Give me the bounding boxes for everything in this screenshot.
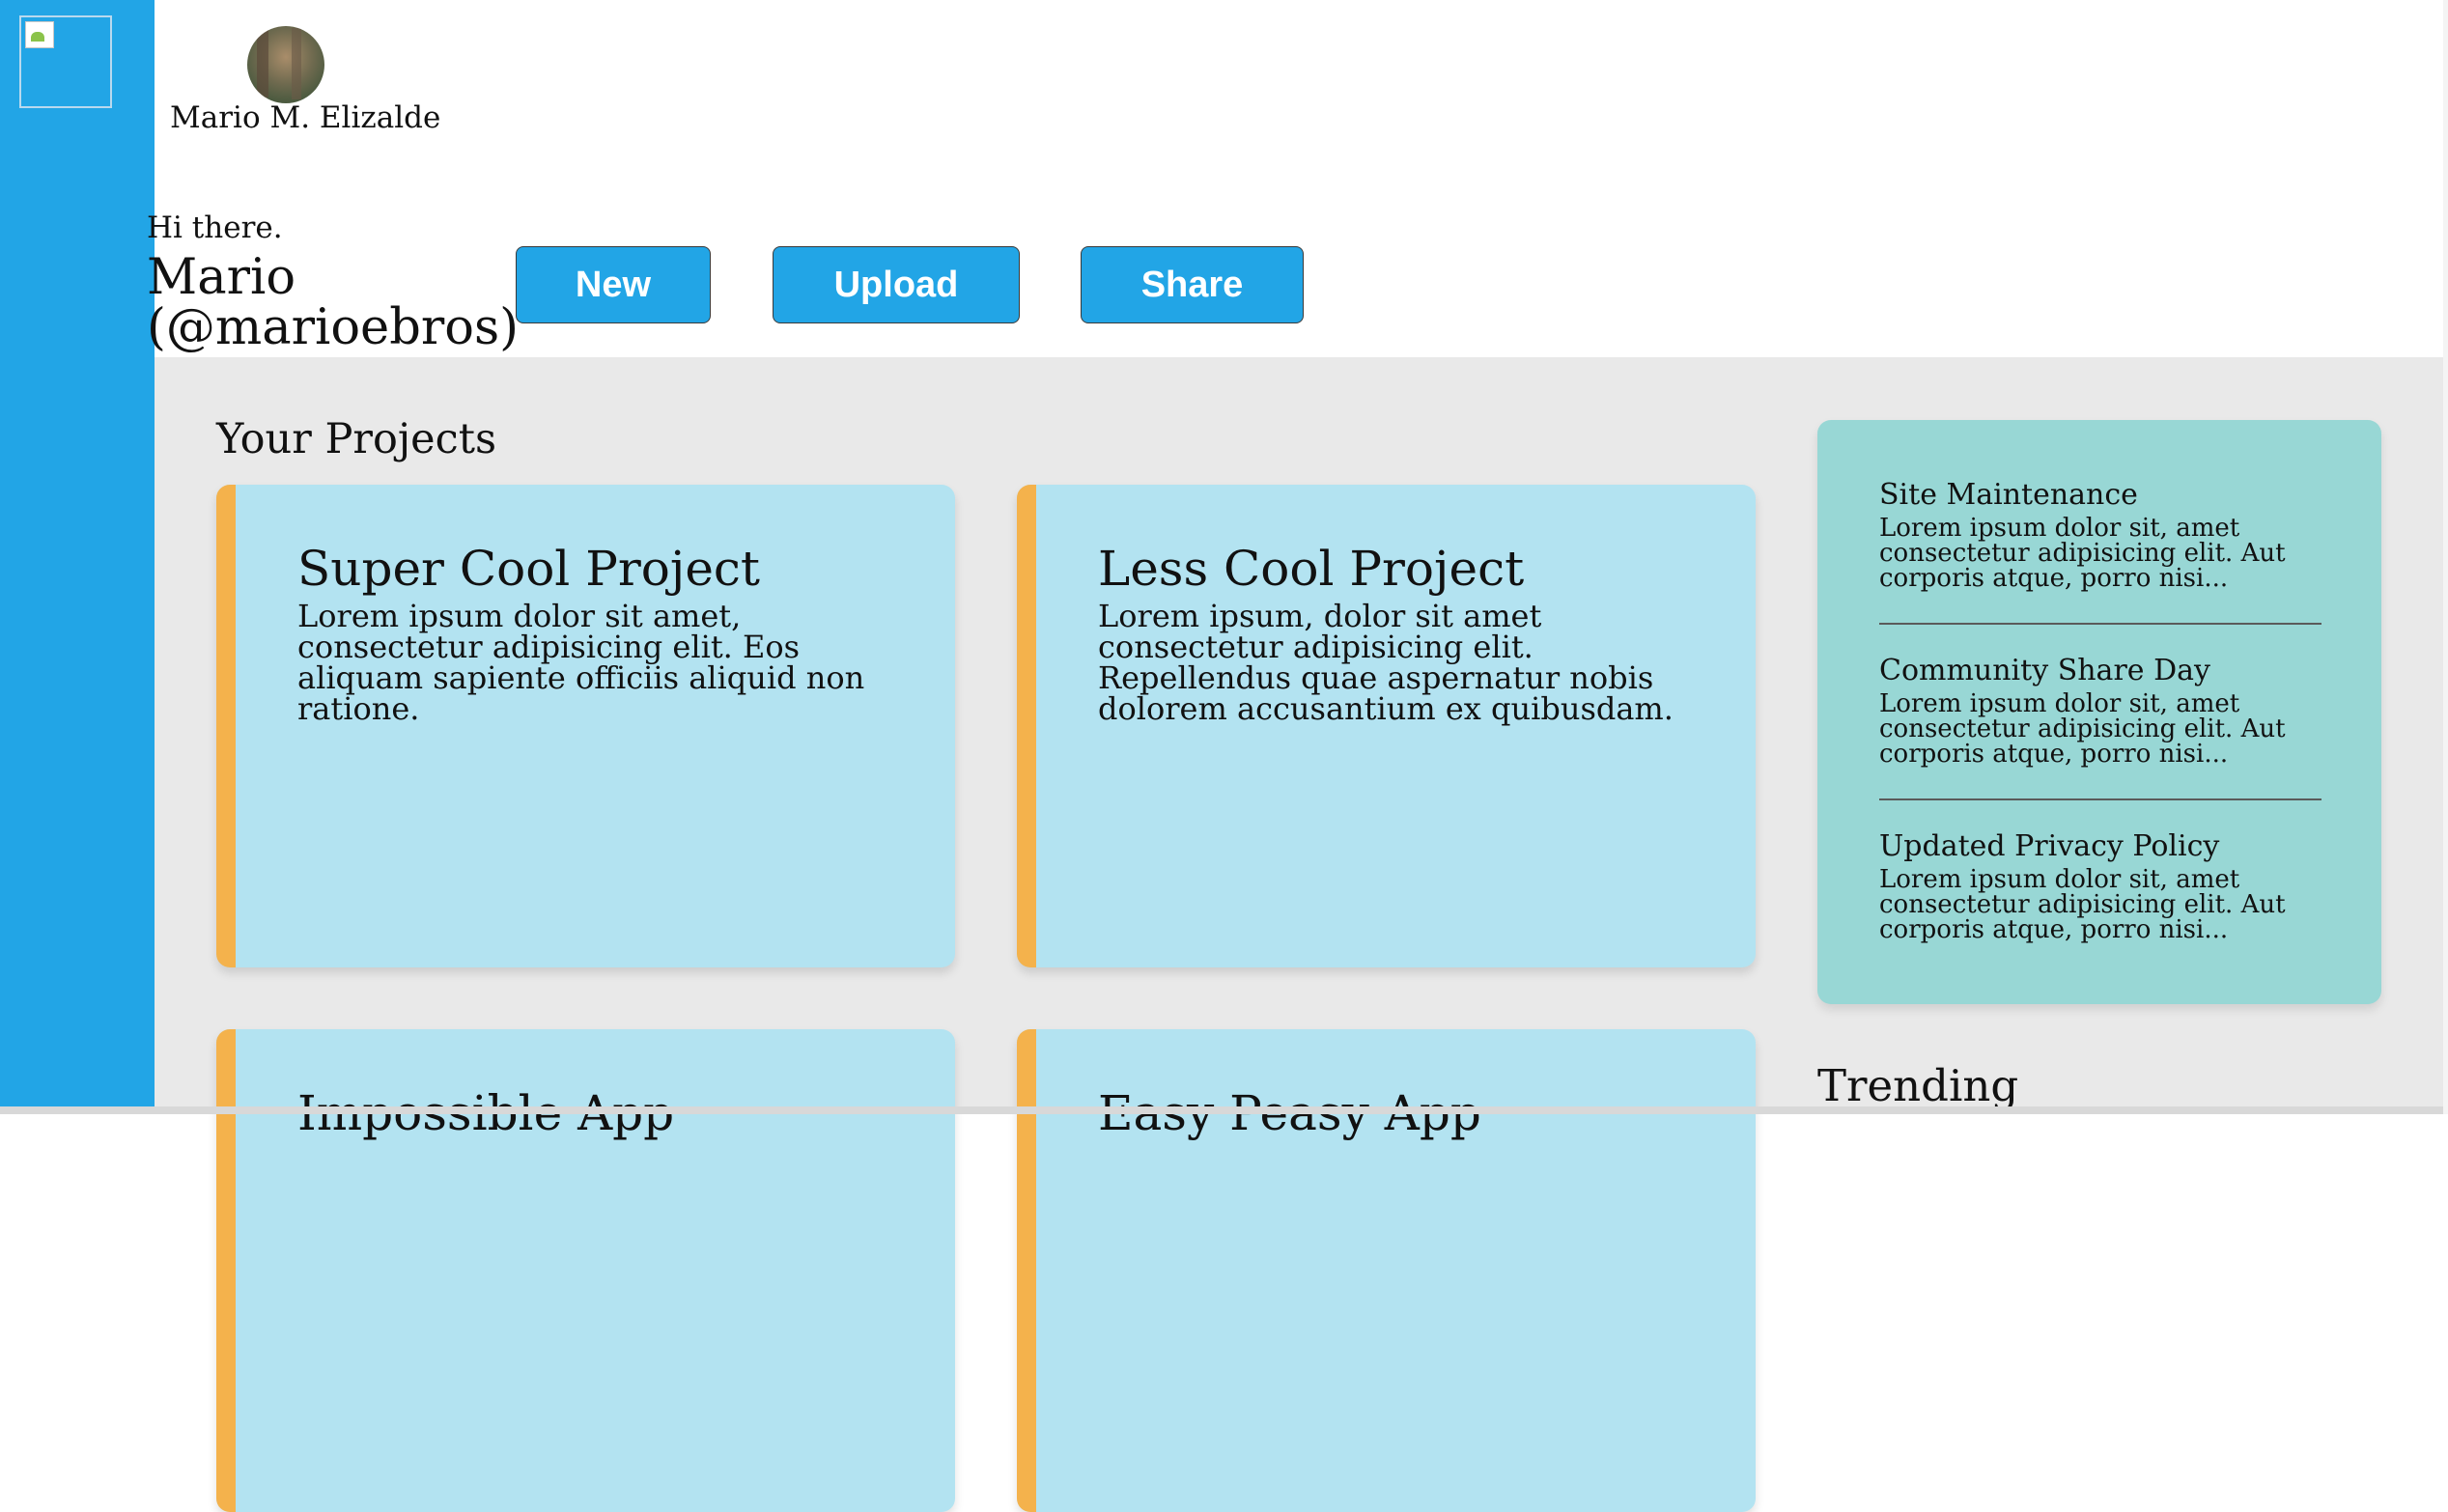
projects-title: Your Projects: [216, 415, 497, 463]
project-title: Super Cool Project: [297, 541, 761, 597]
project-description: Lorem ipsum, dolor sit amet consectetur …: [1098, 598, 1674, 727]
user-handle: Mario (@marioebros): [147, 249, 520, 356]
announcement-title: Site Maintenance: [1879, 478, 2138, 512]
horizontal-scrollbar[interactable]: [0, 1106, 2448, 1114]
project-card[interactable]: Impossible App: [216, 1029, 955, 1512]
user-name: Mario M. Elizalde: [170, 100, 441, 135]
project-card[interactable]: Super Cool Project Lorem ipsum dolor sit…: [216, 485, 955, 967]
announcement-item[interactable]: Updated Privacy Policy Lorem ipsum dolor…: [1879, 829, 2321, 942]
announcement-title: Updated Privacy Policy: [1879, 829, 2220, 863]
announcements-panel: Site Maintenance Lorem ipsum dolor sit, …: [1817, 420, 2381, 1004]
trending-title: Trending: [1817, 1060, 2019, 1111]
announcement-item[interactable]: Site Maintenance Lorem ipsum dolor sit, …: [1879, 478, 2321, 591]
announcement-body: Lorem ipsum dolor sit, amet consectetur …: [1879, 514, 2286, 593]
project-description: Lorem ipsum dolor sit amet, consectetur …: [297, 598, 865, 727]
share-button[interactable]: Share: [1081, 246, 1304, 323]
announcement-title: Community Share Day: [1879, 654, 2210, 687]
announcement-item[interactable]: Community Share Day Lorem ipsum dolor si…: [1879, 654, 2321, 767]
announcement-body: Lorem ipsum dolor sit, amet consectetur …: [1879, 865, 2286, 944]
announcement-body: Lorem ipsum dolor sit, amet consectetur …: [1879, 689, 2286, 769]
sidebar: [0, 0, 155, 1114]
greeting-text: Hi there.: [147, 210, 283, 245]
page-edge: [2443, 0, 2448, 1114]
project-card[interactable]: Easy Peasy App: [1017, 1029, 1756, 1512]
upload-button[interactable]: Upload: [773, 246, 1020, 323]
project-card[interactable]: Less Cool Project Lorem ipsum, dolor sit…: [1017, 485, 1756, 967]
avatar[interactable]: [247, 26, 324, 103]
logo-broken-image[interactable]: [19, 15, 112, 108]
divider: [1879, 623, 2321, 625]
new-button[interactable]: New: [516, 246, 711, 323]
broken-image-icon: [25, 21, 54, 48]
divider: [1879, 798, 2321, 800]
project-title: Less Cool Project: [1098, 541, 1525, 597]
